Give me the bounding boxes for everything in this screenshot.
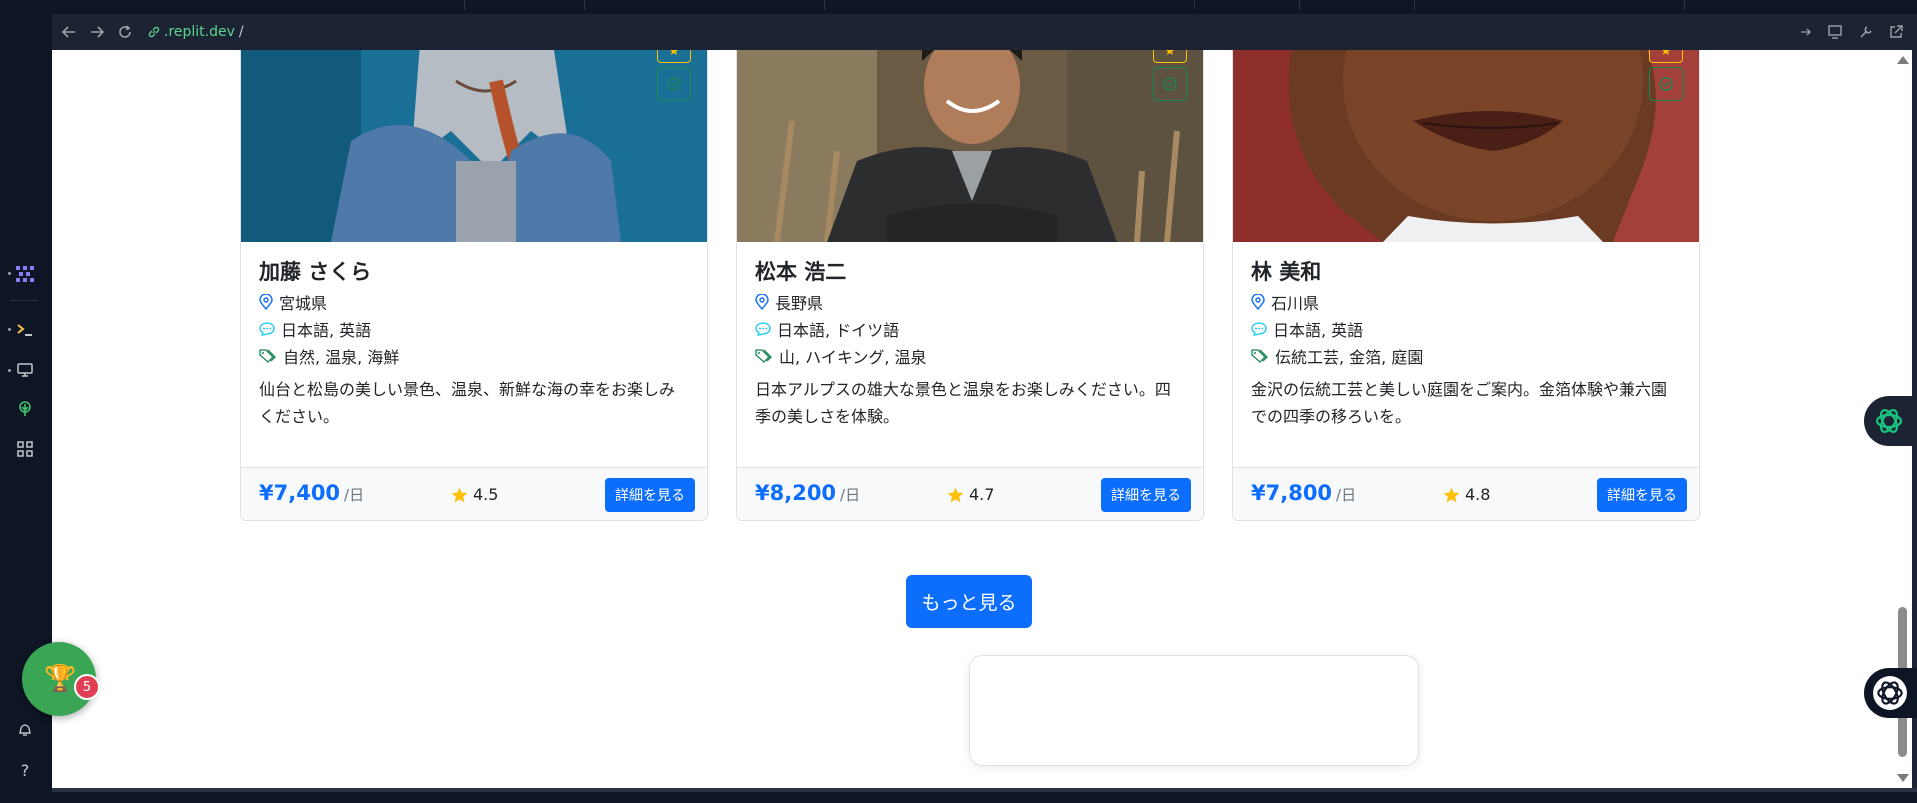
card-footer: ¥8,200/日 4.7 詳細を見る	[737, 467, 1203, 520]
tags-icon	[1251, 349, 1268, 363]
guide-card: ★ 林 美和 石川県 日本語, 英語 伝統工芸, 金箔, 庭園 金沢の伝統工芸と…	[1232, 50, 1700, 521]
chatgpt-extension-button[interactable]	[1864, 396, 1917, 446]
guide-price: ¥7,400/日	[259, 481, 365, 505]
scroll-down-arrow-icon[interactable]	[1897, 774, 1909, 782]
guide-photo	[737, 50, 1203, 242]
webview-url-bar: .replit.dev /	[52, 14, 1917, 50]
link-icon	[148, 26, 160, 38]
url-host: .replit.dev	[164, 24, 235, 40]
guide-description: 日本アルプスの雄大な景色と温泉をお楽しみください。四季の美しさを体験。	[755, 380, 1171, 426]
reload-icon[interactable]	[114, 21, 136, 43]
guide-photo	[1233, 50, 1699, 242]
guide-tags: 山, ハイキング, 温泉	[755, 344, 927, 368]
guide-photo	[241, 50, 707, 242]
guide-name: 松本 浩二	[755, 260, 847, 284]
deploy-icon[interactable]	[13, 398, 37, 420]
map-pin-icon	[1251, 294, 1265, 310]
guide-tags: 伝統工芸, 金箔, 庭園	[1251, 344, 1423, 368]
ide-tab-strip	[0, 0, 1917, 14]
favorite-star-icon[interactable]: ★	[657, 50, 691, 63]
map-pin-icon	[755, 294, 769, 310]
card-footer: ¥7,400/日 4.5 詳細を見る	[241, 467, 707, 520]
openai-logo-icon	[1875, 409, 1903, 433]
trophy-icon: 🏆	[44, 664, 77, 694]
chat-bubble-icon	[755, 322, 771, 336]
star-icon	[451, 487, 468, 502]
guide-location: 石川県	[1251, 290, 1319, 314]
guide-languages: 日本語, 英語	[259, 317, 371, 341]
devtools-wrench-icon[interactable]	[1855, 21, 1877, 43]
guide-location: 宮城県	[259, 290, 327, 314]
url-field[interactable]: .replit.dev /	[148, 24, 244, 40]
guide-rating: 4.7	[947, 485, 994, 504]
all-tools-icon[interactable]	[13, 438, 37, 460]
back-arrow-icon[interactable]	[58, 21, 80, 43]
url-path: /	[238, 24, 244, 40]
card-footer: ¥7,800/日 4.8 詳細を見る	[1233, 467, 1699, 520]
guide-name: 林 美和	[1251, 260, 1322, 284]
forward-arrow-icon[interactable]	[86, 21, 108, 43]
guide-location: 長野県	[755, 290, 823, 314]
webview-icon[interactable]	[13, 359, 37, 381]
openai-logo-icon	[1873, 676, 1907, 710]
favorite-star-icon[interactable]: ★	[1153, 50, 1187, 63]
view-details-button[interactable]: 詳細を見る	[1597, 478, 1687, 512]
guide-card: ★ 松本 浩二 長野県 日本語, ドイツ語 山, ハイキング, 温泉 日本アルプ…	[736, 50, 1204, 521]
open-new-tab-icon[interactable]	[1885, 21, 1907, 43]
go-arrow-icon[interactable]	[1795, 21, 1817, 43]
star-icon	[1443, 487, 1460, 502]
tags-icon	[755, 349, 772, 363]
devices-icon[interactable]	[1825, 21, 1847, 43]
verified-check-icon[interactable]	[1649, 67, 1683, 101]
achievements-count-badge: 5	[74, 674, 100, 700]
guide-name: 加藤 さくら	[259, 260, 372, 284]
guide-languages: 日本語, 英語	[1251, 317, 1363, 341]
guide-tags: 自然, 温泉, 海鮮	[259, 344, 399, 368]
scroll-up-arrow-icon[interactable]	[1897, 56, 1909, 64]
ide-bottom-edge	[0, 788, 1917, 803]
guide-description: 仙台と松島の美しい景色、温泉、新鮮な海の幸をお楽しみください。	[259, 380, 676, 426]
load-more-button[interactable]: もっと見る	[906, 575, 1032, 628]
view-details-button[interactable]: 詳細を見る	[1101, 478, 1191, 512]
guide-rating: 4.5	[451, 485, 498, 504]
chat-bubble-icon	[1251, 322, 1267, 336]
notifications-icon[interactable]	[13, 719, 37, 741]
guide-rating: 4.8	[1443, 485, 1490, 504]
guide-card: ★ 加藤 さくら 宮城県 日本語, 英語 自然, 温泉, 海鮮 仙台と松島の美し…	[240, 50, 708, 521]
view-details-button[interactable]: 詳細を見る	[605, 478, 695, 512]
star-icon	[947, 487, 964, 502]
verified-check-icon[interactable]	[1153, 67, 1187, 101]
map-pin-icon	[259, 294, 273, 310]
console-icon[interactable]	[13, 319, 37, 341]
tags-icon	[259, 349, 276, 363]
guide-languages: 日本語, ドイツ語	[755, 317, 899, 341]
help-icon[interactable]: ?	[13, 759, 37, 781]
page-viewport: ★ 加藤 さくら 宮城県 日本語, 英語 自然, 温泉, 海鮮 仙台と松島の美し…	[52, 50, 1892, 788]
favorite-star-icon[interactable]: ★	[1649, 50, 1683, 63]
verified-check-icon[interactable]	[657, 67, 691, 101]
guide-description: 金沢の伝統工芸と美しい庭園をご案内。金箔体験や兼六園での四季の移ろいを。	[1251, 380, 1668, 426]
guide-price: ¥8,200/日	[755, 481, 861, 505]
guide-price: ¥7,800/日	[1251, 481, 1357, 505]
assistant-extension-button[interactable]	[1864, 668, 1917, 718]
empty-popup-panel	[969, 655, 1419, 766]
agent-icon[interactable]	[13, 263, 37, 285]
chat-bubble-icon	[259, 322, 275, 336]
